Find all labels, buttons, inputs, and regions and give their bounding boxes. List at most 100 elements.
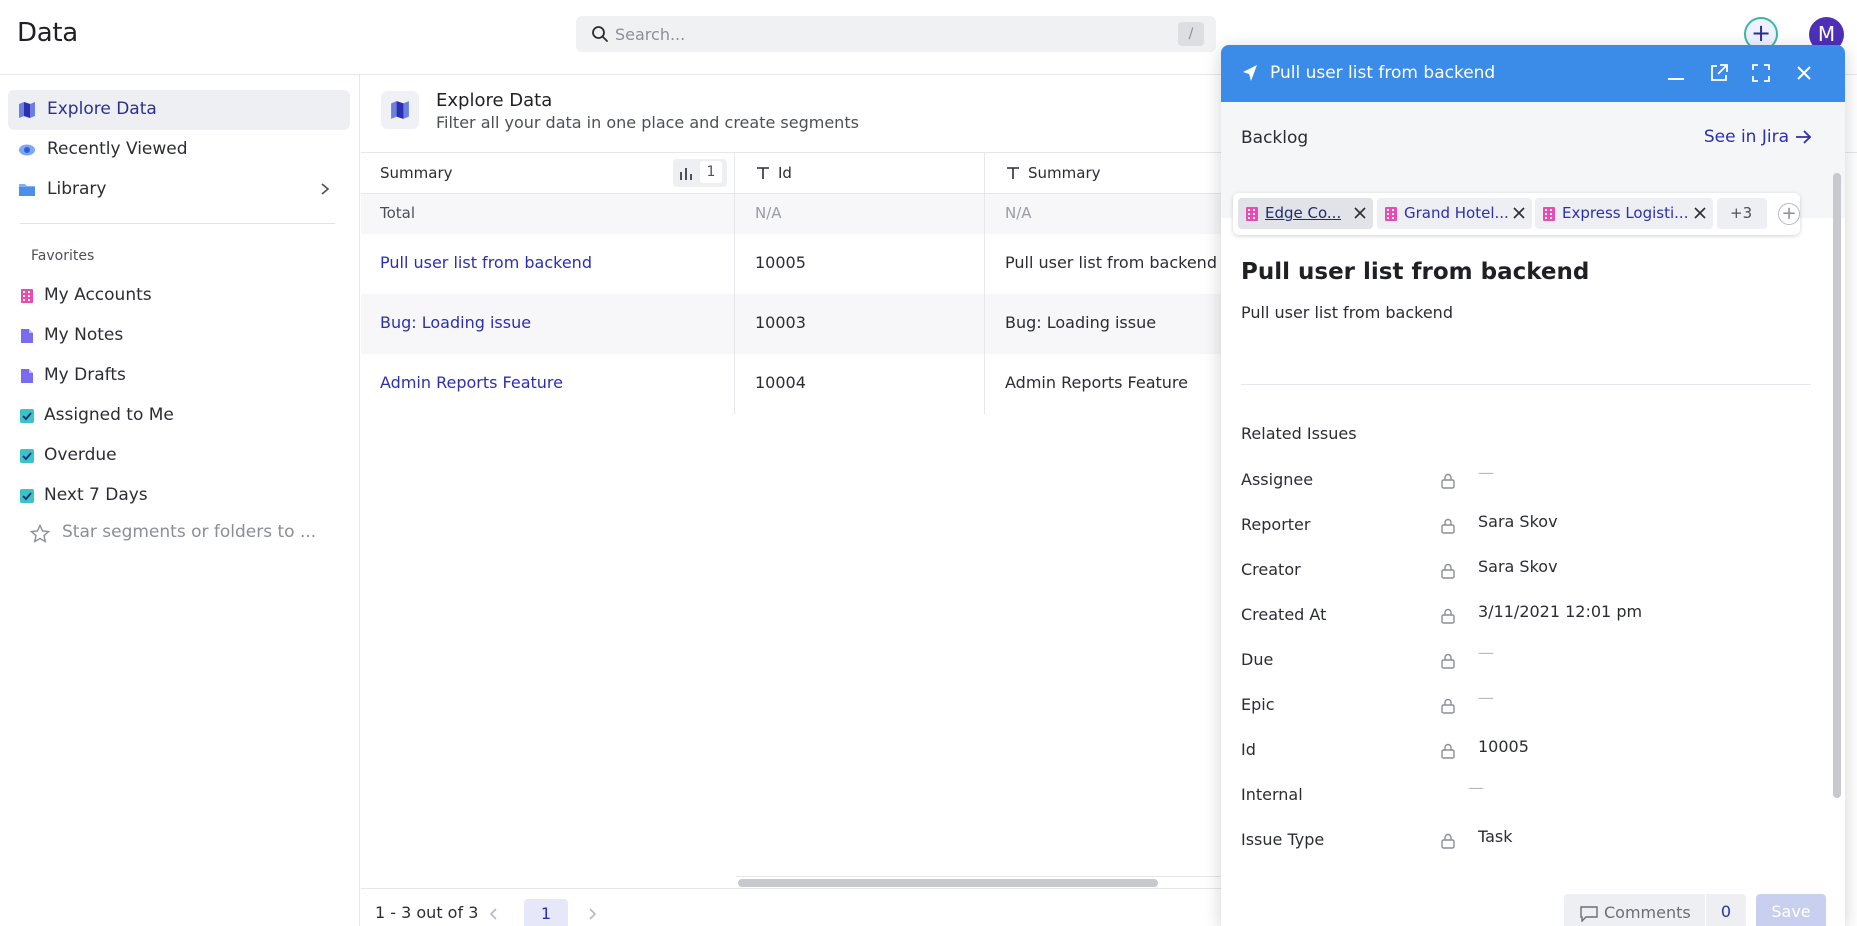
column-header-id[interactable]: Id	[736, 153, 985, 193]
pagination: 1 - 3 out of 3 1	[361, 888, 1221, 926]
panel-footer: Comments 0 Save	[1221, 888, 1845, 926]
table-row[interactable]: Admin Reports Feature 10004 Admin Report…	[361, 354, 1221, 414]
table-header-row: Summary 1 Id Summary	[361, 153, 1221, 194]
open-external-icon[interactable]	[1708, 62, 1730, 84]
account-tag-label: Grand Hotel...	[1404, 204, 1509, 222]
favorite-label: My Accounts	[44, 285, 152, 305]
close-icon[interactable]	[1793, 62, 1815, 84]
page-number-button[interactable]: 1	[524, 899, 568, 926]
note-icon	[21, 329, 33, 343]
lock-icon	[1441, 698, 1455, 714]
see-in-jira-link[interactable]: See in Jira	[1704, 127, 1813, 147]
field-value: Task	[1478, 827, 1513, 846]
field-issue-type: Issue Type Task	[1241, 827, 1811, 857]
horizontal-scrollbar-thumb[interactable]	[738, 879, 1158, 887]
eye-icon	[19, 144, 35, 156]
sidebar-item-recently-viewed[interactable]: Recently Viewed	[8, 130, 350, 170]
field-value: Sara Skov	[1478, 512, 1558, 531]
total-id: N/A	[736, 194, 985, 234]
jira-icon	[1243, 65, 1257, 81]
checkbox-icon	[20, 449, 34, 463]
column-header-label: Id	[778, 164, 792, 182]
row-summary: Pull user list from backend	[1005, 253, 1217, 272]
row-summary-link[interactable]: Admin Reports Feature	[361, 354, 735, 414]
lock-icon	[1441, 743, 1455, 759]
see-in-jira-label: See in Jira	[1703, 127, 1789, 147]
column-header-summary[interactable]: Summary 1	[361, 153, 735, 193]
account-tag[interactable]: Express Logisti...	[1535, 198, 1713, 229]
page-title: Explore Data	[436, 90, 553, 111]
row-summary-link[interactable]: Pull user list from backend	[361, 234, 735, 294]
account-tag[interactable]: Grand Hotel...	[1377, 198, 1532, 229]
arrow-right-icon	[1796, 130, 1812, 144]
field-label: Due	[1241, 650, 1274, 669]
more-tags-button[interactable]: +3	[1717, 198, 1767, 229]
field-assignee: Assignee —	[1241, 463, 1811, 497]
bar-chart-icon	[680, 168, 692, 180]
building-icon	[21, 289, 33, 303]
row-summary-link[interactable]: Bug: Loading issue	[361, 294, 735, 354]
search-shortcut-key: /	[1178, 22, 1204, 46]
building-icon	[1543, 207, 1555, 221]
checkbox-icon	[20, 489, 34, 503]
panel-header: Pull user list from backend	[1221, 45, 1845, 102]
sidebar-item-label: Library	[47, 179, 107, 199]
expand-icon[interactable]	[1750, 62, 1772, 84]
remove-tag-icon[interactable]	[1353, 206, 1367, 220]
comments-count[interactable]: 0	[1706, 894, 1746, 926]
sidebar-item-label: Recently Viewed	[47, 139, 188, 159]
explore-icon-box	[381, 91, 419, 129]
panel-title: Pull user list from backend	[1270, 63, 1496, 83]
column-header-summary-2[interactable]: Summary	[986, 153, 1221, 193]
field-label: Id	[1241, 740, 1256, 759]
sidebar-item-explore-data[interactable]: Explore Data	[8, 90, 350, 130]
account-tag-label: Express Logisti...	[1562, 204, 1689, 222]
row-id: 10004	[736, 354, 985, 414]
table-row[interactable]: Pull user list from backend 10005 Pull u…	[361, 234, 1221, 294]
chevron-left-icon[interactable]	[488, 907, 500, 921]
minimize-icon[interactable]	[1665, 62, 1687, 84]
field-internal[interactable]: Internal —	[1241, 778, 1811, 812]
field-reporter: Reporter Sara Skov	[1241, 512, 1811, 542]
field-value[interactable]: —	[1468, 778, 1484, 797]
add-tag-button[interactable]: +	[1778, 203, 1800, 225]
field-epic: Epic —	[1241, 688, 1811, 722]
field-value: Sara Skov	[1478, 557, 1558, 576]
favorite-label: My Notes	[44, 325, 124, 345]
issue-detail-panel: Pull user list from backend Backlog See …	[1221, 45, 1845, 926]
star-hint-text: Star segments or folders to ...	[62, 522, 317, 542]
chevron-right-icon[interactable]	[586, 907, 598, 921]
issue-title[interactable]: Pull user list from backend	[1241, 259, 1589, 285]
favorite-label: Next 7 Days	[44, 485, 148, 505]
field-value: —	[1478, 463, 1494, 482]
search-icon	[592, 26, 608, 42]
favorite-label: Overdue	[44, 445, 117, 465]
text-type-icon	[757, 167, 769, 179]
sidebar-divider	[20, 223, 335, 224]
field-label: Internal	[1241, 785, 1303, 804]
issue-description[interactable]: Pull user list from backend	[1241, 303, 1453, 322]
field-value: —	[1478, 643, 1494, 662]
comments-button[interactable]: Comments	[1564, 894, 1705, 926]
app-title: Data	[17, 18, 78, 48]
table-row[interactable]: Bug: Loading issue 10003 Bug: Loading is…	[361, 294, 1221, 354]
search-placeholder: Search...	[615, 25, 686, 44]
lock-icon	[1441, 833, 1455, 849]
chevron-right-icon	[321, 183, 330, 195]
save-button[interactable]: Save	[1756, 894, 1826, 926]
search-input[interactable]: Search... /	[576, 16, 1216, 52]
field-label: Assignee	[1241, 470, 1314, 489]
related-issues-label: Related Issues	[1241, 424, 1357, 443]
sort-indicator[interactable]: 1	[673, 159, 727, 187]
more-tags-label: +3	[1730, 204, 1753, 222]
table-total-row: Total N/A N/A	[361, 194, 1221, 234]
row-summary: Admin Reports Feature	[1005, 373, 1188, 392]
comment-icon	[1580, 906, 1598, 922]
sidebar-item-library[interactable]: Library	[8, 170, 350, 210]
field-label: Created At	[1241, 605, 1327, 624]
map-icon	[19, 102, 35, 118]
remove-tag-icon[interactable]	[1693, 206, 1707, 220]
account-tag[interactable]: Edge Co...	[1238, 198, 1373, 229]
vertical-scrollbar[interactable]	[1833, 173, 1841, 798]
remove-tag-icon[interactable]	[1512, 206, 1526, 220]
